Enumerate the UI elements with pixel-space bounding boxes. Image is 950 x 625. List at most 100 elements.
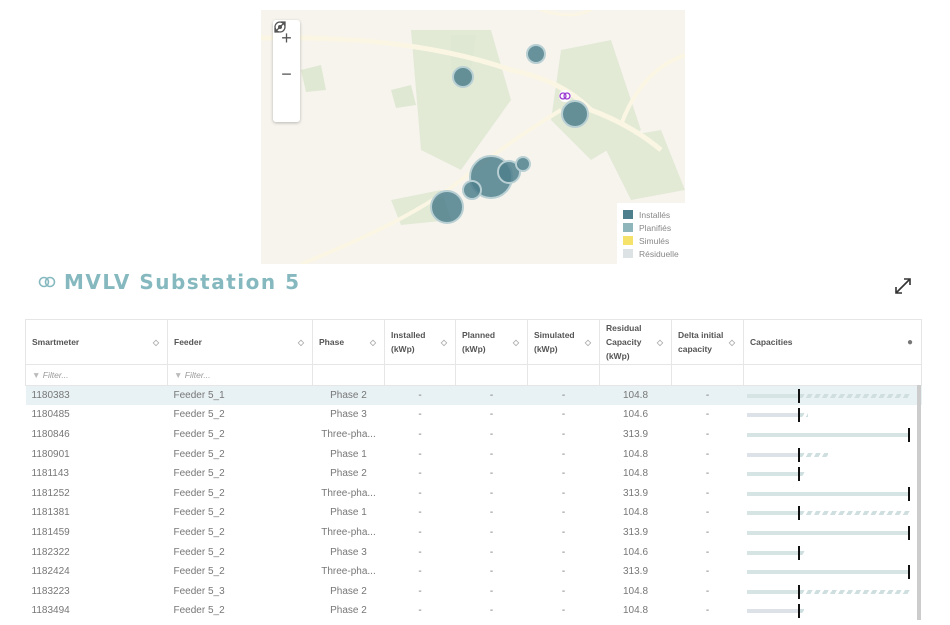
expand-icon[interactable] (893, 276, 913, 301)
column-header[interactable]: Smartmeter ◇ (25, 319, 168, 365)
cell-capacities (743, 385, 922, 406)
column-header[interactable]: Simulated (kWp) ◇ (527, 319, 600, 365)
cell-smartmeter: 1182322 (31, 546, 70, 558)
table-row[interactable]: 1183223 Feeder 5_3 Phase 2 - - - 104.8 - (26, 581, 922, 601)
capacity-bar (744, 484, 922, 503)
substation-marker-icon (559, 90, 571, 102)
cell-phase: Phase 2 (330, 585, 367, 597)
cell-planned: - (489, 428, 494, 440)
sort-icon[interactable]: ◇ (298, 336, 304, 350)
capacity-bar (744, 425, 922, 444)
filter-input[interactable]: ▼ Filter... (167, 364, 313, 386)
filter-cell (384, 364, 456, 386)
cell-residual: 104.8 (622, 605, 649, 617)
table-row[interactable]: 1182322 Feeder 5_2 Phase 3 - - - 104.6 - (26, 542, 922, 562)
cell-residual: 104.8 (622, 507, 649, 519)
legend-swatch (623, 223, 633, 232)
sort-icon[interactable]: ◇ (153, 336, 159, 350)
sort-icon[interactable]: ◇ (657, 336, 663, 350)
cell-feeder: Feeder 5_2 (173, 448, 225, 460)
cell-installed: - (418, 526, 422, 538)
cell-delta: - (705, 605, 710, 617)
cell-installed: - (418, 428, 422, 440)
filter-input[interactable]: ▼ Filter... (25, 364, 168, 386)
cell-feeder: Feeder 5_2 (173, 428, 225, 440)
cell-feeder: Feeder 5_2 (173, 566, 225, 578)
map-marker (526, 44, 546, 64)
filter-cell (527, 364, 600, 386)
cell-simulated: - (561, 428, 566, 440)
cell-smartmeter: 1180901 (31, 448, 70, 460)
cell-planned: - (489, 409, 494, 421)
cell-simulated: - (561, 409, 566, 421)
legend-swatch (623, 236, 633, 245)
cell-delta: - (705, 566, 710, 578)
cell-smartmeter: 1183223 (31, 585, 70, 597)
column-header[interactable]: Phase ◇ (312, 319, 385, 365)
cell-installed: - (418, 507, 422, 519)
table-row[interactable]: 1180901 Feeder 5_2 Phase 1 - - - 104.8 - (26, 444, 922, 464)
sort-icon[interactable]: ◇ (585, 336, 591, 350)
scrollbar[interactable] (917, 385, 921, 620)
table-row[interactable]: 1181252 Feeder 5_2 Three-pha... - - - 313.9 - (26, 483, 922, 503)
capacity-marker (797, 604, 800, 619)
column-header[interactable]: Feeder ◇ (167, 319, 313, 365)
sort-icon[interactable]: ◇ (513, 336, 519, 350)
table-row[interactable]: 1182424 Feeder 5_2 Three-pha... - - - 313.9 - (26, 562, 922, 582)
sort-icon[interactable]: ◇ (729, 336, 735, 350)
legend-swatch (623, 210, 633, 219)
capacity-marker (797, 584, 800, 599)
sort-icon[interactable]: ◇ (441, 336, 447, 350)
table-row[interactable]: 1180485 Feeder 5_2 Phase 3 - - - 104.6 - (26, 405, 922, 425)
cell-residual: 313.9 (622, 526, 649, 538)
cell-residual: 313.9 (622, 428, 649, 440)
table-row[interactable]: 1181459 Feeder 5_2 Three-pha... - - - 313.9 - (26, 523, 922, 543)
cell-planned: - (489, 566, 494, 578)
cell-residual: 104.6 (622, 546, 649, 558)
cell-capacities (744, 542, 922, 562)
cell-capacities (744, 523, 922, 543)
legend-item: Simulés (623, 234, 679, 247)
legend-item: Installés (623, 208, 679, 221)
cell-delta: - (705, 468, 710, 480)
cell-installed: - (418, 566, 422, 578)
table-row[interactable]: 1181143 Feeder 5_2 Phase 2 - - - 104.8 - (26, 464, 922, 484)
filter-cell (671, 364, 744, 386)
sort-icon[interactable]: ◇ (370, 336, 376, 350)
column-header[interactable]: Delta initial capacity ◇ (671, 319, 744, 365)
cell-residual: 104.6 (622, 409, 649, 421)
cell-installed: - (418, 468, 422, 480)
cell-planned: - (489, 605, 494, 617)
cell-phase: Three-pha... (321, 566, 376, 578)
table-row[interactable]: 1180846 Feeder 5_2 Three-pha... - - - 313.9 - (26, 425, 922, 445)
cell-simulated: - (561, 507, 566, 519)
capacity-bar (744, 445, 922, 464)
cell-planned: - (489, 487, 494, 499)
legend-swatch (623, 249, 633, 258)
table-row[interactable]: 1181381 Feeder 5_2 Phase 1 - - - 104.8 - (26, 503, 922, 523)
column-header[interactable]: Installed (kWp) ◇ (384, 319, 456, 365)
cell-feeder: Feeder 5_2 (173, 605, 225, 617)
cell-phase: Phase 3 (330, 546, 367, 558)
cell-capacities (744, 562, 922, 582)
zoom-out-icon[interactable]: − (281, 64, 292, 85)
column-header[interactable]: Capacities ● (743, 319, 922, 365)
cell-planned: - (489, 448, 494, 460)
cell-smartmeter: 1182424 (31, 566, 70, 578)
capacity-marker (797, 389, 800, 404)
cell-capacities (744, 405, 922, 425)
cell-phase: Phase 1 (330, 507, 367, 519)
cell-installed: - (418, 546, 422, 558)
map[interactable]: + − Installés Planifiés Simulés Résiduelle (261, 10, 685, 264)
cell-residual: 104.8 (622, 448, 649, 460)
cell-installed: - (418, 448, 422, 460)
column-header[interactable]: Residual Capacity (kWp) ◇ (599, 319, 672, 365)
info-icon[interactable]: ● (907, 336, 913, 350)
table-row[interactable]: 1180383 Feeder 5_1 Phase 2- - -104.8- (25, 385, 922, 406)
cell-smartmeter: 1181381 (31, 507, 70, 519)
table-row[interactable]: 1183494 Feeder 5_2 Phase 2 - - - 104.8 - (26, 601, 922, 621)
map-marker (452, 66, 474, 88)
cell-simulated: - (561, 585, 566, 597)
column-header[interactable]: Planned (kWp) ◇ (455, 319, 528, 365)
cell-feeder: Feeder 5_2 (173, 487, 225, 499)
